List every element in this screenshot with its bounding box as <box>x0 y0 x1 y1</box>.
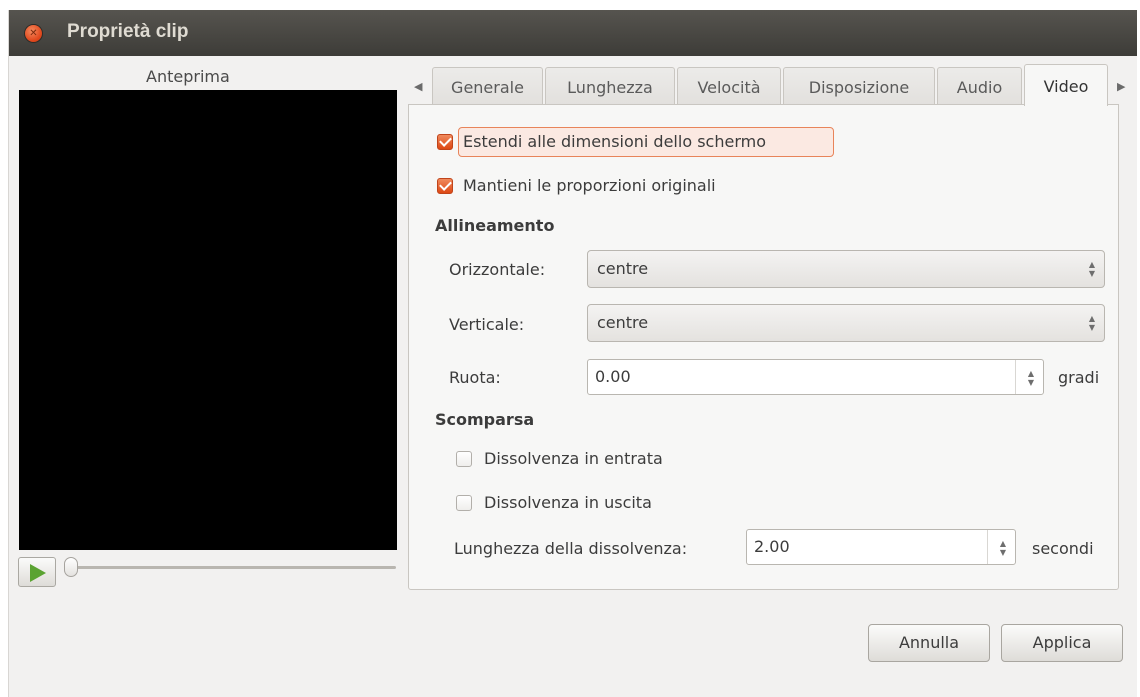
tab-audio[interactable]: Audio <box>937 67 1022 105</box>
spin-arrows-icon[interactable]: ▲ ▼ <box>1000 539 1006 557</box>
seek-slider-handle[interactable] <box>64 557 78 577</box>
fade-length-label: Lunghezza della dissolvenza: <box>454 539 688 558</box>
horizontal-label: Orizzontale: <box>449 260 546 279</box>
fade-in-checkbox[interactable] <box>456 451 472 467</box>
fade-title: Scomparsa <box>435 410 535 429</box>
fade-out-label[interactable]: Dissolvenza in uscita <box>484 493 652 512</box>
fade-in-label[interactable]: Dissolvenza in entrata <box>484 449 663 468</box>
keep-aspect-label[interactable]: Mantieni le proporzioni originali <box>463 176 716 195</box>
play-button[interactable] <box>18 557 56 587</box>
select-arrows-icon: ▲ ▼ <box>1088 260 1095 278</box>
spin-arrows-icon[interactable]: ▲ ▼ <box>1028 369 1034 387</box>
seek-slider-track[interactable] <box>66 566 396 569</box>
fade-length-unit: secondi <box>1032 539 1094 558</box>
close-icon[interactable]: ✕ <box>25 25 42 42</box>
horizontal-select[interactable]: centre ▲ ▼ <box>587 250 1105 288</box>
tab-scroll-right-icon[interactable]: ▶ <box>1117 80 1125 93</box>
stretch-checkbox[interactable] <box>437 134 453 150</box>
alignment-title: Allineamento <box>435 216 555 235</box>
tab-velocita[interactable]: Velocità <box>677 67 781 105</box>
select-arrows-icon: ▲ ▼ <box>1088 314 1095 332</box>
preview-label: Anteprima <box>146 67 230 86</box>
tab-lunghezza[interactable]: Lunghezza <box>545 67 675 105</box>
tab-scroll-left-icon[interactable]: ◀ <box>414 80 422 93</box>
apply-button[interactable]: Applica <box>1001 624 1123 662</box>
fade-out-checkbox[interactable] <box>456 495 472 511</box>
spin-separator <box>1015 360 1016 394</box>
tab-disposizione[interactable]: Disposizione <box>783 67 935 105</box>
preview-video <box>19 90 397 550</box>
stretch-label[interactable]: Estendi alle dimensioni dello schermo <box>463 132 766 151</box>
rotate-label: Ruota: <box>449 368 501 387</box>
rotate-unit: gradi <box>1058 368 1100 387</box>
rotate-value: 0.00 <box>595 367 631 386</box>
vertical-select-value: centre <box>597 313 649 332</box>
window-title: Proprietà clip <box>67 21 189 42</box>
keep-aspect-checkbox[interactable] <box>437 178 453 194</box>
vertical-label: Verticale: <box>449 315 525 334</box>
fade-length-spinbox[interactable]: 2.00 ▲ ▼ <box>746 529 1016 565</box>
horizontal-select-value: centre <box>597 259 649 278</box>
cancel-button[interactable]: Annulla <box>868 624 990 662</box>
vertical-select[interactable]: centre ▲ ▼ <box>587 304 1105 342</box>
tab-video[interactable]: Video <box>1024 64 1108 106</box>
fade-length-value: 2.00 <box>754 537 790 556</box>
title-bar[interactable]: ✕ Proprietà clip <box>9 10 1137 56</box>
play-icon <box>30 564 46 582</box>
tab-generale[interactable]: Generale <box>432 67 543 105</box>
rotate-spinbox[interactable]: 0.00 ▲ ▼ <box>587 359 1044 395</box>
spin-separator <box>987 530 988 564</box>
